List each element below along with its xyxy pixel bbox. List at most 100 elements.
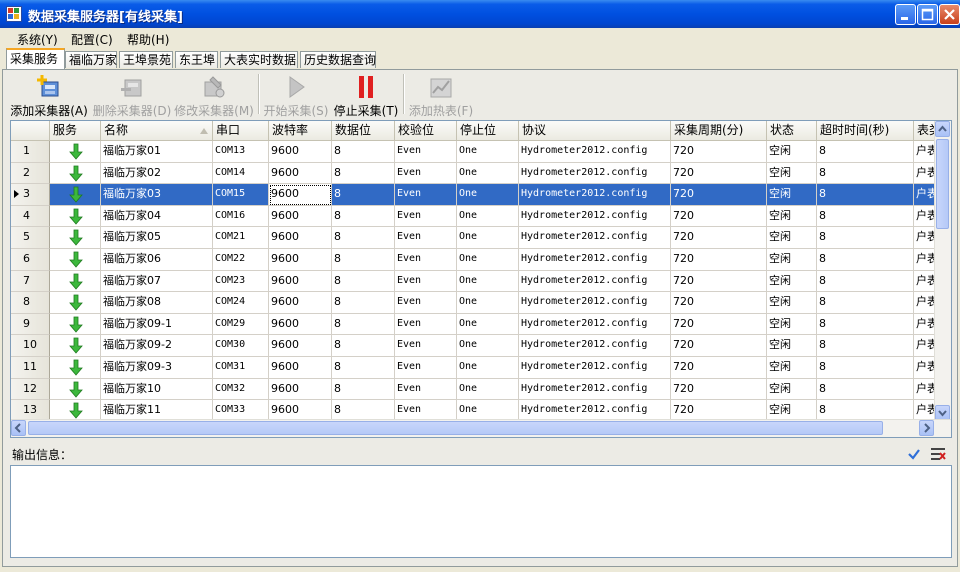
row-header[interactable]: 11 (11, 357, 50, 379)
cell-baud[interactable]: 9600 (269, 270, 332, 293)
column-header-port[interactable]: 串口 (213, 121, 269, 141)
add-meter-button[interactable]: 添加热表(F) (407, 70, 475, 120)
cell-status[interactable]: 空闲 (767, 249, 817, 271)
cell-name[interactable]: 福临万家09-3 (101, 357, 213, 379)
row-header[interactable]: 10 (11, 335, 50, 357)
cell-status[interactable]: 空闲 (767, 184, 817, 206)
table-row[interactable]: 8 福临万家08 COM24 9600 8 Even One Hydrometer2012.c… (11, 292, 951, 314)
cell-parity[interactable]: Even (395, 292, 457, 314)
row-header[interactable]: 7 (11, 270, 50, 293)
row-header[interactable]: 9 (11, 313, 50, 336)
cell-databits[interactable]: 8 (332, 141, 395, 163)
cell-stopbits[interactable]: One (457, 270, 519, 293)
cell-protocol[interactable]: Hydrometer2012.config (519, 313, 671, 336)
cell-timeout[interactable]: 8 (817, 357, 914, 379)
column-header-protocol[interactable]: 协议 (519, 121, 671, 141)
row-header[interactable]: 12 (11, 378, 50, 401)
service-cell[interactable] (50, 270, 101, 293)
cell-status[interactable]: 空闲 (767, 292, 817, 314)
cell-status[interactable]: 空闲 (767, 141, 817, 163)
cell-parity[interactable]: Even (395, 205, 457, 228)
cell-name[interactable]: 福临万家08 (101, 292, 213, 314)
cell-timeout[interactable]: 8 (817, 270, 914, 293)
scroll-left-button[interactable] (11, 420, 26, 436)
cell-protocol[interactable]: Hydrometer2012.config (519, 357, 671, 379)
cell-stopbits[interactable]: One (457, 313, 519, 336)
row-header[interactable]: 2 (11, 162, 50, 185)
tab-meter-realtime[interactable]: 大表实时数据 (220, 51, 298, 68)
cell-period[interactable]: 720 (671, 335, 767, 357)
column-header-name[interactable]: 名称 (101, 121, 213, 141)
cell-parity[interactable]: Even (395, 378, 457, 401)
row-header[interactable]: 1 (11, 141, 50, 163)
horizontal-scrollbar[interactable] (11, 419, 951, 437)
cell-port[interactable]: COM23 (213, 270, 269, 293)
cell-period[interactable]: 720 (671, 292, 767, 314)
cell-databits[interactable]: 8 (332, 335, 395, 357)
table-row[interactable]: 9 福临万家09-1 COM29 9600 8 Even One Hydrometer2012… (11, 313, 951, 336)
cell-parity[interactable]: Even (395, 313, 457, 336)
cell-databits[interactable]: 8 (332, 205, 395, 228)
edit-collector-button[interactable]: 修改采集器(M) (174, 70, 254, 120)
cell-databits[interactable]: 8 (332, 313, 395, 336)
start-collection-button[interactable]: 开始采集(S) (262, 70, 330, 120)
cell-status[interactable]: 空闲 (767, 378, 817, 401)
service-cell[interactable] (50, 141, 101, 163)
table-row[interactable]: 2 福临万家02 COM14 9600 8 Even One Hydrometer2012.c… (11, 162, 951, 185)
service-cell[interactable] (50, 162, 101, 185)
tab-collection-service[interactable]: 采集服务 (6, 48, 65, 69)
tab-dongwangbu[interactable]: 东王埠 (175, 51, 218, 68)
cell-period[interactable]: 720 (671, 270, 767, 293)
cell-baud[interactable]: 9600 (269, 335, 332, 357)
table-row[interactable]: 3 福临万家03 COM15 9600 8 Even One Hydrometer2012.c… (11, 184, 951, 206)
cell-period[interactable]: 720 (671, 249, 767, 271)
cell-parity[interactable]: Even (395, 184, 457, 206)
close-button[interactable] (939, 4, 960, 25)
cell-name[interactable]: 福临万家02 (101, 162, 213, 185)
cell-stopbits[interactable]: One (457, 292, 519, 314)
cell-period[interactable]: 720 (671, 378, 767, 401)
vertical-scrollbar[interactable] (934, 121, 951, 421)
cell-protocol[interactable]: Hydrometer2012.config (519, 184, 671, 206)
cell-port[interactable]: COM22 (213, 249, 269, 271)
cell-timeout[interactable]: 8 (817, 184, 914, 206)
column-header-baud[interactable]: 波特率 (269, 121, 332, 141)
table-row[interactable]: 6 福临万家06 COM22 9600 8 Even One Hydrometer2012.c… (11, 249, 951, 271)
cell-databits[interactable]: 8 (332, 184, 395, 206)
cell-parity[interactable]: Even (395, 162, 457, 185)
column-header-timeout[interactable]: 超时时间(秒) (817, 121, 914, 141)
output-check-button[interactable] (906, 446, 922, 462)
cell-databits[interactable]: 8 (332, 162, 395, 185)
stop-collection-button[interactable]: 停止采集(T) (333, 70, 399, 120)
cell-protocol[interactable]: Hydrometer2012.config (519, 249, 671, 271)
table-row[interactable]: 1 福临万家01 COM13 9600 8 Even One Hydrometer2012.c… (11, 141, 951, 163)
cell-name[interactable]: 福临万家05 (101, 227, 213, 249)
table-row[interactable]: 5 福临万家05 COM21 9600 8 Even One Hydrometer2012.c… (11, 227, 951, 249)
minimize-button[interactable] (895, 4, 916, 25)
cell-baud[interactable]: 9600 (269, 141, 332, 163)
cell-baud[interactable]: 9600 (269, 378, 332, 401)
service-cell[interactable] (50, 313, 101, 336)
cell-timeout[interactable]: 8 (817, 249, 914, 271)
cell-protocol[interactable]: Hydrometer2012.config (519, 378, 671, 401)
row-header[interactable]: 4 (11, 205, 50, 228)
cell-parity[interactable]: Even (395, 335, 457, 357)
cell-stopbits[interactable]: One (457, 141, 519, 163)
cell-period[interactable]: 720 (671, 357, 767, 379)
add-collector-button[interactable]: 添加采集器(A) (10, 70, 88, 120)
cell-stopbits[interactable]: One (457, 357, 519, 379)
service-cell[interactable] (50, 378, 101, 401)
cell-timeout[interactable]: 8 (817, 205, 914, 228)
cell-port[interactable]: COM13 (213, 141, 269, 163)
cell-port[interactable]: COM14 (213, 162, 269, 185)
cell-port[interactable]: COM32 (213, 378, 269, 401)
cell-protocol[interactable]: Hydrometer2012.config (519, 205, 671, 228)
cell-timeout[interactable]: 8 (817, 335, 914, 357)
cell-stopbits[interactable]: One (457, 205, 519, 228)
cell-timeout[interactable]: 8 (817, 141, 914, 163)
cell-baud[interactable]: 9600 (269, 357, 332, 379)
tab-fulinwanjia[interactable]: 福临万家 (65, 51, 117, 68)
row-header[interactable]: 5 (11, 227, 50, 249)
cell-stopbits[interactable]: One (457, 335, 519, 357)
cell-port[interactable]: COM16 (213, 205, 269, 228)
